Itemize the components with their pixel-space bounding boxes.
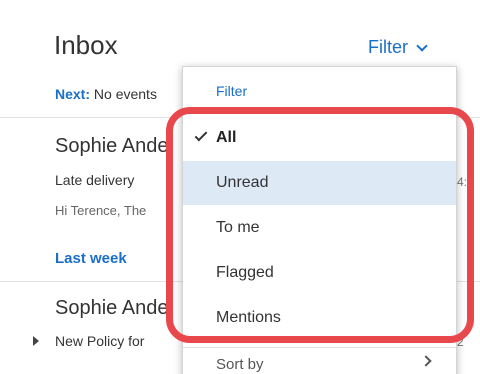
filter-option-unread[interactable]: Unread [183,161,456,205]
filter-option-label: Unread [216,174,269,191]
filter-button-label: Filter [368,37,408,57]
filter-option-label: Flagged [216,264,274,281]
message-sender: Sophie Ande [55,297,169,319]
chevron-right-icon [420,355,432,367]
section-header-last-week: Last week [55,250,127,267]
message-time: 2 [457,335,464,349]
sort-by-menu-item[interactable]: Sort by [183,347,456,374]
next-event-text: No events [93,86,157,102]
checkmark-icon [194,128,208,142]
filter-option-mentions[interactable]: Mentions [183,296,456,340]
message-sender: Sophie Ande [55,135,169,157]
filter-option-flagged[interactable]: Flagged [183,251,456,295]
message-preview: Hi Terence, The [55,203,147,218]
page-title: Inbox [54,30,118,60]
filter-option-label: Mentions [216,309,281,326]
message-time: 4: [457,175,468,189]
filter-menu-header: Filter [216,83,248,99]
message-subject: Late delivery [55,172,135,188]
next-event-line[interactable]: Next: No events [55,86,157,102]
chevron-down-icon [416,39,428,52]
filter-dropdown-menu: Filter All Unread To me Flagged Mentions… [182,66,457,374]
expand-triangle-icon[interactable] [33,336,39,346]
sort-by-label: Sort by [216,356,264,373]
message-subject: New Policy for [55,333,145,349]
filter-option-label: To me [216,219,260,236]
next-label: Next: [55,86,91,102]
filter-option-all[interactable]: All [183,116,456,160]
filter-option-to-me[interactable]: To me [183,206,456,250]
filter-dropdown-button[interactable]: Filter [368,37,428,58]
filter-option-label: All [216,129,237,146]
